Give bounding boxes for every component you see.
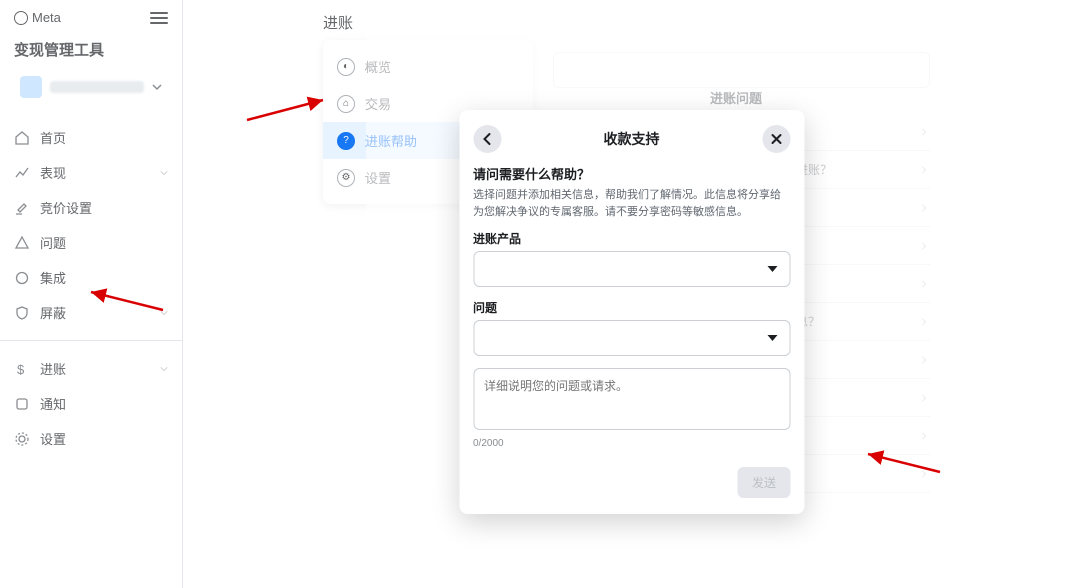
gavel-icon [14,200,30,216]
tool-title: 变现管理工具 [0,35,182,70]
divider [0,340,182,341]
hamburger-icon[interactable] [150,12,168,24]
nav-block[interactable]: 屏蔽 [0,295,182,330]
nav-issues[interactable]: 问题 [0,225,182,260]
alert-icon [14,235,30,251]
nav-label: 集成 [40,268,66,287]
chevron-down-icon [160,309,168,317]
nav-label: 设置 [40,429,66,448]
shield-icon [14,305,30,321]
nav-label: 问题 [40,233,66,252]
issue-select[interactable] [473,320,790,356]
gear-icon [14,431,30,447]
gear-icon: ⚙ [337,169,355,187]
modal-description: 选择问题并添加相关信息，帮助我们了解情况。此信息将分享给为您解决争议的专属客服。… [473,187,790,220]
nav-home[interactable]: 首页 [0,120,182,155]
gauge-icon: ◐ [337,58,355,76]
nav-performance[interactable]: 表现 [0,155,182,190]
char-counter: 0/2000 [473,438,790,449]
bank-icon: ⌂ [337,95,355,113]
modal-footer: 发送 [473,467,790,498]
nav-payout[interactable]: $ 进账 [0,351,182,386]
issue-label: 问题 [473,299,790,316]
dropdown-icon [767,335,777,341]
account-avatar-icon [20,76,42,98]
meta-logo-icon [14,11,28,25]
sidebar: Meta 变现管理工具 首页 表现 竞价设置 问题 集成 [0,0,183,588]
support-modal: 收款支持 请问需要什么帮助？ 选择问题并添加相关信息，帮助我们了解情况。此信息将… [459,110,804,514]
nav-notification[interactable]: 通知 [0,386,182,421]
details-textarea[interactable] [473,368,790,430]
modal-title: 收款支持 [473,129,790,149]
nav-label: 进账 [40,359,66,378]
chevron-down-icon [152,82,162,92]
nav-bidding[interactable]: 竞价设置 [0,190,182,225]
chevron-down-icon [160,169,168,177]
brand-label: Meta [32,10,61,25]
send-button[interactable]: 发送 [738,467,790,498]
nav-group-secondary: $ 进账 通知 设置 [0,347,182,460]
chevron-down-icon [160,365,168,373]
question-icon: ? [337,132,355,150]
home-icon [14,130,30,146]
product-select[interactable] [473,251,790,287]
account-selector[interactable] [12,70,170,104]
svg-text:$: $ [17,362,25,377]
sidebar-header: Meta [0,0,182,35]
modal-question: 请问需要什么帮助？ [473,164,790,183]
nav-integration[interactable]: 集成 [0,260,182,295]
nav-label: 屏蔽 [40,303,66,322]
product-label: 进账产品 [473,230,790,247]
dollar-icon: $ [14,361,30,377]
account-name-blurred [50,81,144,93]
chart-line-icon [14,165,30,181]
brand: Meta [14,10,61,25]
modal-header: 收款支持 [473,124,790,154]
nav-label: 通知 [40,394,66,413]
main-content: 进账 ◐ 概览 ⌂ 交易 ? 进账帮助 ⚙ 设置 进账问题 ？ 到多少才能获得进… [183,0,1080,588]
nav-label: 首页 [40,128,66,147]
nav-label: 表现 [40,163,66,182]
dropdown-icon [767,266,777,272]
bell-icon [14,396,30,412]
nav-group-main: 首页 表现 竞价设置 问题 集成 屏蔽 [0,116,182,334]
puzzle-icon [14,270,30,286]
nav-settings[interactable]: 设置 [0,421,182,456]
nav-label: 竞价设置 [40,198,92,217]
